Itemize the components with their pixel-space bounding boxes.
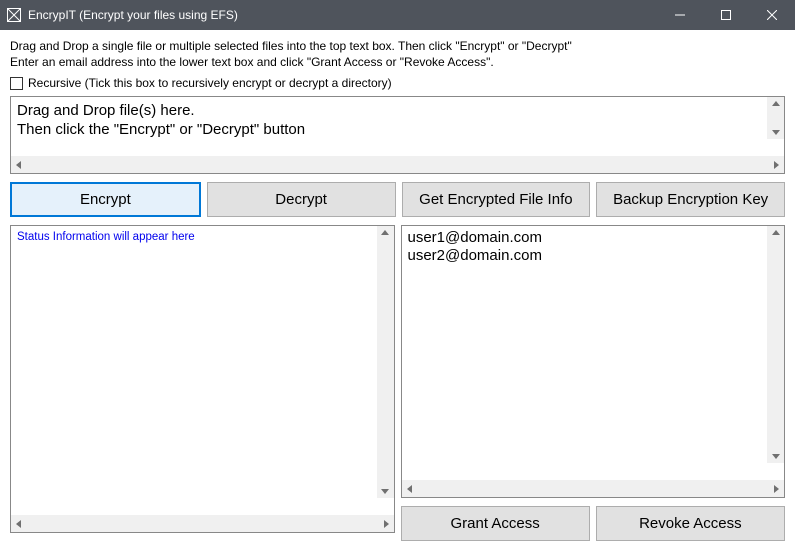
status-vertical-scrollbar[interactable] — [377, 226, 394, 498]
instructions-text: Drag and Drop a single file or multiple … — [10, 38, 785, 70]
scroll-right-icon — [384, 520, 389, 528]
status-horizontal-scrollbar[interactable] — [11, 515, 394, 532]
instructions-line-2: Enter an email address into the lower te… — [10, 55, 494, 69]
close-button[interactable] — [749, 0, 795, 30]
scroll-left-icon — [16, 161, 21, 169]
status-text: Status Information will appear here — [17, 231, 195, 243]
checkbox-box-icon — [10, 77, 23, 90]
scroll-down-icon — [772, 130, 780, 135]
backup-encryption-key-button[interactable]: Backup Encryption Key — [596, 182, 785, 217]
email-list-text: user1@domain.com user2@domain.com — [408, 229, 779, 265]
scroll-up-icon — [772, 101, 780, 106]
email-horizontal-scrollbar[interactable] — [402, 480, 785, 497]
get-encrypted-file-info-button[interactable]: Get Encrypted File Info — [402, 182, 591, 217]
scroll-down-icon — [381, 489, 389, 494]
email-vertical-scrollbar[interactable] — [767, 226, 784, 463]
file-drop-textbox[interactable]: Drag and Drop file(s) here. Then click t… — [10, 96, 785, 174]
scroll-left-icon — [407, 485, 412, 493]
instructions-line-1: Drag and Drop a single file or multiple … — [10, 39, 572, 53]
scroll-up-icon — [381, 230, 389, 235]
file-drop-content: Drag and Drop file(s) here. Then click t… — [11, 97, 784, 156]
status-textbox[interactable]: Status Information will appear here — [10, 225, 395, 533]
drop-line-2: Then click the "Encrypt" or "Decrypt" bu… — [17, 121, 305, 138]
title-bar: EncrypIT (Encrypt your files using EFS) — [0, 0, 795, 30]
drop-vertical-scrollbar[interactable] — [767, 97, 784, 139]
email-textbox[interactable]: user1@domain.com user2@domain.com — [401, 225, 786, 498]
revoke-access-button[interactable]: Revoke Access — [596, 506, 785, 541]
scroll-right-icon — [774, 161, 779, 169]
scroll-right-icon — [774, 485, 779, 493]
scroll-left-icon — [16, 520, 21, 528]
drop-line-1: Drag and Drop file(s) here. — [17, 102, 195, 119]
scroll-down-icon — [772, 454, 780, 459]
recursive-checkbox-label: Recursive (Tick this box to recursively … — [28, 76, 392, 90]
maximize-button[interactable] — [703, 0, 749, 30]
decrypt-button[interactable]: Decrypt — [207, 182, 396, 217]
window-title: EncrypIT (Encrypt your files using EFS) — [28, 8, 238, 22]
minimize-button[interactable] — [657, 0, 703, 30]
drop-horizontal-scrollbar[interactable] — [11, 156, 784, 173]
app-icon — [6, 7, 22, 23]
recursive-checkbox[interactable]: Recursive (Tick this box to recursively … — [10, 76, 785, 90]
grant-access-button[interactable]: Grant Access — [401, 506, 590, 541]
encrypt-button[interactable]: Encrypt — [10, 182, 201, 217]
scroll-up-icon — [772, 230, 780, 235]
